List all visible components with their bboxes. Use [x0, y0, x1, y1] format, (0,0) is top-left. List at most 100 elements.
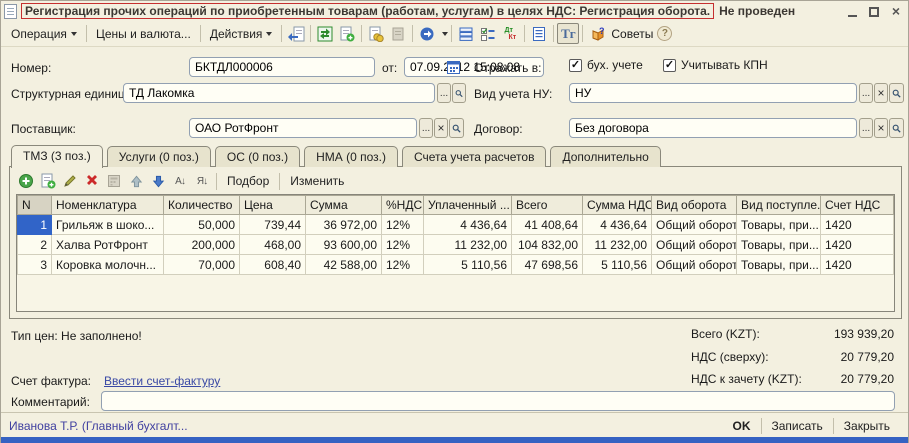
tips-button[interactable]: ? Советы: [586, 24, 657, 44]
table-cell[interactable]: Грильяж в шоко...: [52, 215, 164, 235]
pick-button[interactable]: Подбор: [220, 172, 276, 190]
edit-icon[interactable]: [59, 171, 81, 191]
tab-accounts[interactable]: Счета учета расчетов: [402, 146, 546, 167]
table-cell[interactable]: Коровка молочн...: [52, 255, 164, 275]
contract-clear-button[interactable]: ×: [874, 118, 888, 138]
table-cell[interactable]: 739,44: [240, 215, 306, 235]
tab-services[interactable]: Услуги (0 поз.): [107, 146, 211, 167]
operation-menu-button[interactable]: Операция: [5, 24, 83, 44]
table-cell[interactable]: Общий оборот: [652, 235, 737, 255]
go-to-icon[interactable]: [416, 23, 438, 44]
table-cell[interactable]: Общий оборот: [652, 255, 737, 275]
column-header[interactable]: Номенклатура: [52, 196, 164, 215]
copy-new-icon[interactable]: [336, 23, 358, 44]
column-header[interactable]: %НДС: [382, 196, 424, 215]
column-header[interactable]: N: [18, 196, 52, 215]
table-cell[interactable]: 70,000: [164, 255, 240, 275]
table-cell[interactable]: 42 588,00: [306, 255, 382, 275]
contract-field[interactable]: [569, 118, 857, 138]
column-header[interactable]: Вид поступле...: [737, 196, 821, 215]
table-cell[interactable]: Халва РотФронт: [52, 235, 164, 255]
supplier-clear-button[interactable]: ×: [434, 118, 448, 138]
table-cell[interactable]: 1: [18, 215, 52, 235]
nu-magnifier-button[interactable]: [889, 83, 904, 103]
nu-field[interactable]: [569, 83, 857, 103]
column-header[interactable]: Количество: [164, 196, 240, 215]
table-cell[interactable]: 200,000: [164, 235, 240, 255]
table-cell[interactable]: 1420: [821, 255, 894, 275]
formatting-icon[interactable]: Тг: [557, 23, 579, 44]
table-cell[interactable]: 608,40: [240, 255, 306, 275]
delete-icon[interactable]: [81, 171, 103, 191]
table-cell[interactable]: 5 110,56: [424, 255, 512, 275]
column-header[interactable]: Счет НДС: [821, 196, 894, 215]
unit-ellipsis-button[interactable]: ...: [437, 83, 451, 103]
tab-nma[interactable]: НМА (0 поз.): [304, 146, 398, 167]
unit-magnifier-button[interactable]: [452, 83, 466, 103]
movements-list-icon[interactable]: [455, 23, 477, 44]
table-cell[interactable]: 11 232,00: [424, 235, 512, 255]
add-icon[interactable]: [15, 171, 37, 191]
close-form-button[interactable]: Закрыть: [834, 417, 900, 435]
table-cell[interactable]: 4 436,64: [424, 215, 512, 235]
post-document-icon[interactable]: [365, 23, 387, 44]
move-up-icon[interactable]: [125, 171, 147, 191]
table-cell[interactable]: 104 832,00: [512, 235, 583, 255]
ok-button[interactable]: OK: [723, 417, 761, 435]
supplier-field[interactable]: [189, 118, 417, 138]
table-cell[interactable]: 2: [18, 235, 52, 255]
table-cell[interactable]: 5 110,56: [583, 255, 652, 275]
column-header[interactable]: Сумма: [306, 196, 382, 215]
save-button[interactable]: Записать: [762, 417, 833, 435]
supplier-magnifier-button[interactable]: [449, 118, 464, 138]
table-cell[interactable]: 50,000: [164, 215, 240, 235]
table-cell[interactable]: 93 600,00: [306, 235, 382, 255]
table-cell[interactable]: 3: [18, 255, 52, 275]
prices-currency-button[interactable]: Цены и валюта...: [90, 24, 197, 44]
tab-additional[interactable]: Дополнительно: [550, 146, 660, 167]
contract-magnifier-button[interactable]: [889, 118, 904, 138]
settings-check-icon[interactable]: [477, 23, 499, 44]
nu-ellipsis-button[interactable]: ...: [859, 83, 873, 103]
copy-icon[interactable]: [37, 171, 59, 191]
document-journal-icon[interactable]: [528, 23, 550, 44]
table-cell[interactable]: 468,00: [240, 235, 306, 255]
table-cell[interactable]: 1420: [821, 215, 894, 235]
column-header[interactable]: Вид оборота: [652, 196, 737, 215]
accounting-checkbox[interactable]: ✓ бух. учете: [569, 58, 643, 72]
comment-field[interactable]: [101, 391, 895, 411]
dt-kt-icon[interactable]: ДтКт: [499, 23, 521, 44]
table-cell[interactable]: Товары, при...: [737, 215, 821, 235]
column-header[interactable]: Всего: [512, 196, 583, 215]
number-field[interactable]: [189, 57, 375, 77]
column-header[interactable]: Уплаченный ...: [424, 196, 512, 215]
tab-os[interactable]: ОС (0 поз.): [215, 146, 300, 167]
maximize-button[interactable]: [868, 6, 880, 17]
move-down-icon[interactable]: [147, 171, 169, 191]
kpn-checkbox[interactable]: ✓ Учитывать КПН: [663, 58, 768, 72]
nu-clear-button[interactable]: ×: [874, 83, 888, 103]
change-button[interactable]: Изменить: [283, 172, 351, 190]
refresh-icon[interactable]: [314, 23, 336, 44]
chevron-down-icon[interactable]: [442, 32, 448, 36]
actions-menu-button[interactable]: Действия: [204, 24, 279, 44]
tab-tmz[interactable]: ТМЗ (3 поз.): [11, 145, 103, 168]
table-cell[interactable]: 12%: [382, 235, 424, 255]
table-cell[interactable]: 41 408,64: [512, 215, 583, 235]
table-cell[interactable]: 11 232,00: [583, 235, 652, 255]
table-cell[interactable]: 47 698,56: [512, 255, 583, 275]
table-cell[interactable]: 4 436,64: [583, 215, 652, 235]
table-cell[interactable]: 12%: [382, 215, 424, 235]
column-header[interactable]: Сумма НДС: [583, 196, 652, 215]
table-cell[interactable]: 12%: [382, 255, 424, 275]
column-header[interactable]: Цена: [240, 196, 306, 215]
write-icon[interactable]: [285, 23, 307, 44]
close-button[interactable]: ×: [890, 6, 902, 17]
table-cell[interactable]: 36 972,00: [306, 215, 382, 235]
sort-asc-icon[interactable]: А↓: [169, 171, 191, 191]
supplier-ellipsis-button[interactable]: ...: [419, 118, 433, 138]
calendar-icon[interactable]: [445, 57, 462, 77]
sort-desc-icon[interactable]: Я↓: [191, 171, 213, 191]
table-cell[interactable]: Товары, при...: [737, 235, 821, 255]
enter-invoice-link[interactable]: Ввести счет-фактуру: [104, 374, 220, 388]
